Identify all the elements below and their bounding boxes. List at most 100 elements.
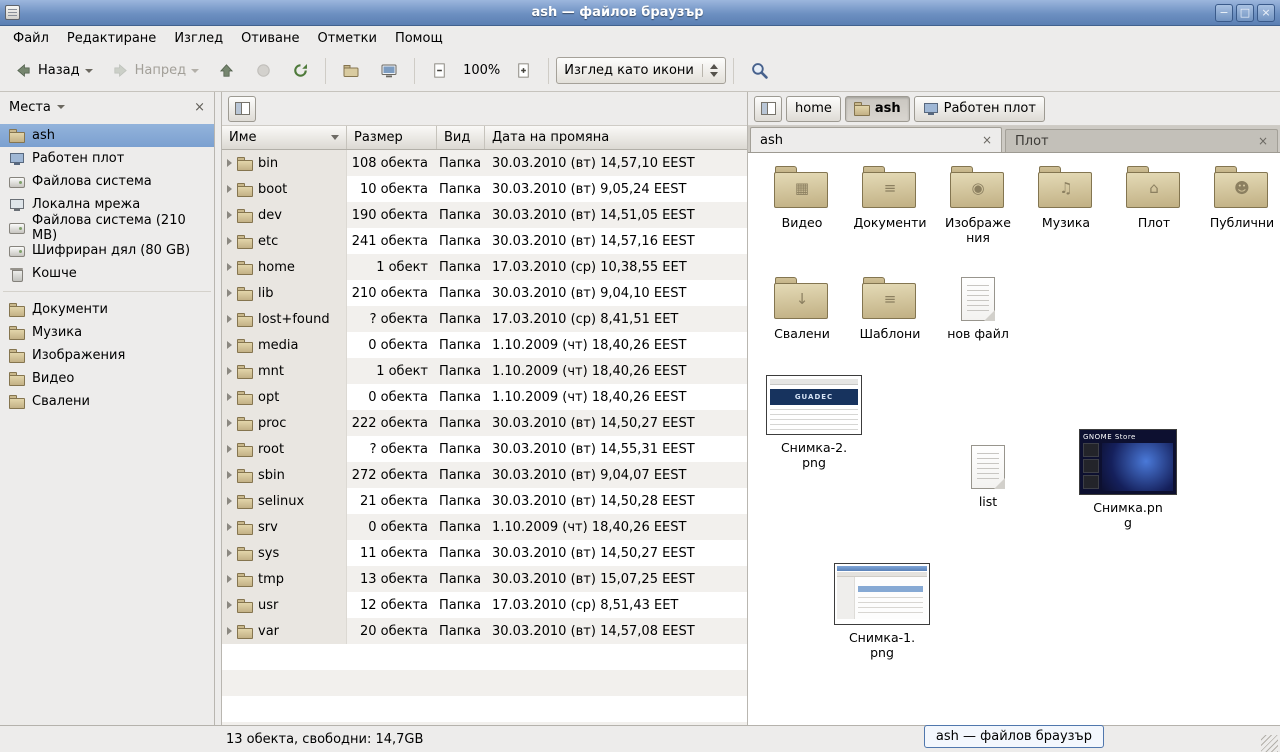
expander-icon[interactable] <box>227 185 232 193</box>
search-button[interactable] <box>741 55 778 87</box>
home-folder-1[interactable]: ≡Документи <box>852 166 928 245</box>
close-tab-icon[interactable]: × <box>1258 135 1268 147</box>
table-row[interactable]: lost+found? обектаПапка17.03.2010 (ср) 8… <box>222 306 747 332</box>
sidebar-item-0[interactable]: ash <box>0 124 214 147</box>
expander-icon[interactable] <box>227 367 232 375</box>
table-row[interactable]: opt0 обектаПапка1.10.2009 (чт) 18,40,26 … <box>222 384 747 410</box>
home-folder-0[interactable]: ▦Видео <box>764 166 840 245</box>
path-button-home[interactable]: home <box>786 96 841 122</box>
column-header-type[interactable]: Вид <box>437 126 485 149</box>
expander-icon[interactable] <box>227 601 232 609</box>
table-row[interactable]: selinux21 обектаПапка30.03.2010 (вт) 14,… <box>222 488 747 514</box>
expander-icon[interactable] <box>227 523 232 531</box>
menu-item-2[interactable]: Изглед <box>165 28 232 49</box>
table-row[interactable]: srv0 обектаПапка1.10.2009 (чт) 18,40,26 … <box>222 514 747 540</box>
expander-icon[interactable] <box>227 419 232 427</box>
table-row[interactable]: root? обектаПапка30.03.2010 (вт) 14,55,3… <box>222 436 747 462</box>
places-title[interactable]: Места <box>9 100 51 115</box>
expander-icon[interactable] <box>227 627 232 635</box>
view-mode-select[interactable]: Изглед като икони <box>556 57 726 84</box>
sidebar-item-7[interactable]: Документи <box>0 298 214 321</box>
expander-icon[interactable] <box>227 341 232 349</box>
table-row[interactable]: usr12 обектаПапка17.03.2010 (ср) 8,51,43… <box>222 592 747 618</box>
sidebar-item-1[interactable]: Работен плот <box>0 147 214 170</box>
minimize-button[interactable]: − <box>1215 4 1233 22</box>
table-row[interactable]: mnt1 обектПапка1.10.2009 (чт) 18,40,26 E… <box>222 358 747 384</box>
sidebar-item-4[interactable]: Файлова система (210 MB) <box>0 216 214 239</box>
expander-icon[interactable] <box>227 263 232 271</box>
sidebar-item-10[interactable]: Видео <box>0 367 214 390</box>
expander-icon[interactable] <box>227 237 232 245</box>
expander-icon[interactable] <box>227 497 232 505</box>
home-folder-5[interactable]: ☻Публични <box>1204 166 1280 245</box>
menu-item-1[interactable]: Редактиране <box>58 28 165 49</box>
zoom-out-button[interactable] <box>422 55 457 87</box>
sidebar-item-11[interactable]: Свалени <box>0 390 214 413</box>
table-row[interactable]: home1 обектПапка17.03.2010 (ср) 10,38,55… <box>222 254 747 280</box>
stop-button[interactable] <box>246 55 281 87</box>
column-header-date[interactable]: Дата на промяна <box>485 126 747 149</box>
sidebar-item-8[interactable]: Музика <box>0 321 214 344</box>
expander-icon[interactable] <box>227 159 232 167</box>
table-row[interactable]: tmp13 обектаПапка30.03.2010 (вт) 15,07,2… <box>222 566 747 592</box>
table-row[interactable]: dev190 обектаПапка30.03.2010 (вт) 14,51,… <box>222 202 747 228</box>
tab-0[interactable]: ash× <box>750 127 1002 152</box>
file-snimka[interactable]: GNOME Store Снимка.png <box>1072 429 1184 530</box>
close-button[interactable]: × <box>1257 4 1275 22</box>
table-row[interactable]: media0 обектаПапка1.10.2009 (чт) 18,40,2… <box>222 332 747 358</box>
path-button-ash[interactable]: ash <box>845 96 910 122</box>
close-tab-icon[interactable]: × <box>982 134 992 146</box>
table-row[interactable]: proc222 обектаПапка30.03.2010 (вт) 14,50… <box>222 410 747 436</box>
back-button[interactable]: Назад <box>6 55 101 87</box>
pane-splitter[interactable] <box>215 92 222 725</box>
column-header-name[interactable]: Име <box>222 126 347 149</box>
home-folder-2[interactable]: ◉Изображения <box>940 166 1016 245</box>
tab-1[interactable]: Плот× <box>1005 129 1278 152</box>
table-row[interactable]: etc241 обектаПапка30.03.2010 (вт) 14,57,… <box>222 228 747 254</box>
location-toggle-button[interactable] <box>228 96 256 122</box>
table-row[interactable]: var20 обектаПапка30.03.2010 (вт) 14,57,0… <box>222 618 747 644</box>
home-item-1[interactable]: ≡Шаблони <box>852 277 928 341</box>
expander-icon[interactable] <box>227 211 232 219</box>
expander-icon[interactable] <box>227 393 232 401</box>
table-row[interactable]: sys11 обектаПапка30.03.2010 (вт) 14,50,2… <box>222 540 747 566</box>
file-snimka-1[interactable]: Снимка-1.png <box>830 563 934 660</box>
table-row[interactable]: boot10 обектаПапка30.03.2010 (вт) 9,05,2… <box>222 176 747 202</box>
menu-item-5[interactable]: Помощ <box>386 28 452 49</box>
file-snimka-2[interactable]: GUADEC Снимка-2.png <box>762 375 866 470</box>
file-list[interactable]: list <box>952 445 1024 509</box>
reload-button[interactable] <box>283 55 318 87</box>
places-selector-icon[interactable] <box>57 105 65 109</box>
zoom-in-button[interactable] <box>506 55 541 87</box>
resize-grip[interactable] <box>1261 735 1278 752</box>
expander-icon[interactable] <box>227 315 232 323</box>
sidebar-item-6[interactable]: Кошче <box>0 262 214 285</box>
sidebar-item-5[interactable]: Шифриран дял (80 GB) <box>0 239 214 262</box>
expander-icon[interactable] <box>227 549 232 557</box>
maximize-button[interactable]: □ <box>1236 4 1254 22</box>
home-item-2[interactable]: нов файл <box>940 277 1016 341</box>
computer-button[interactable] <box>371 55 407 87</box>
column-header-size[interactable]: Размер <box>347 126 437 149</box>
menu-item-3[interactable]: Отиване <box>232 28 308 49</box>
home-item-0[interactable]: ↓Свалени <box>764 277 840 341</box>
close-sidebar-button[interactable]: × <box>194 101 205 114</box>
table-row[interactable]: sbin272 обектаПапка30.03.2010 (вт) 9,04,… <box>222 462 747 488</box>
menu-item-4[interactable]: Отметки <box>308 28 385 49</box>
table-row[interactable]: lib210 обектаПапка30.03.2010 (вт) 9,04,1… <box>222 280 747 306</box>
pathbar-toggle-button[interactable] <box>754 96 782 122</box>
table-row[interactable]: bin108 обектаПапка30.03.2010 (вт) 14,57,… <box>222 150 747 176</box>
icon-view[interactable]: ▦Видео≡Документи◉Изображения♫Музика⌂Плот… <box>748 153 1280 725</box>
home-button[interactable] <box>333 55 369 87</box>
up-button[interactable] <box>209 55 244 87</box>
sidebar-item-9[interactable]: Изображения <box>0 344 214 367</box>
forward-button[interactable]: Напред <box>103 55 207 87</box>
titlebar[interactable]: ash — файлов браузър − □ × <box>0 0 1280 26</box>
expander-icon[interactable] <box>227 289 232 297</box>
expander-icon[interactable] <box>227 575 232 583</box>
expander-icon[interactable] <box>227 445 232 453</box>
path-button-desktop[interactable]: Работен плот <box>914 96 1045 122</box>
home-folder-3[interactable]: ♫Музика <box>1028 166 1104 245</box>
expander-icon[interactable] <box>227 471 232 479</box>
sidebar-item-2[interactable]: Файлова система <box>0 170 214 193</box>
